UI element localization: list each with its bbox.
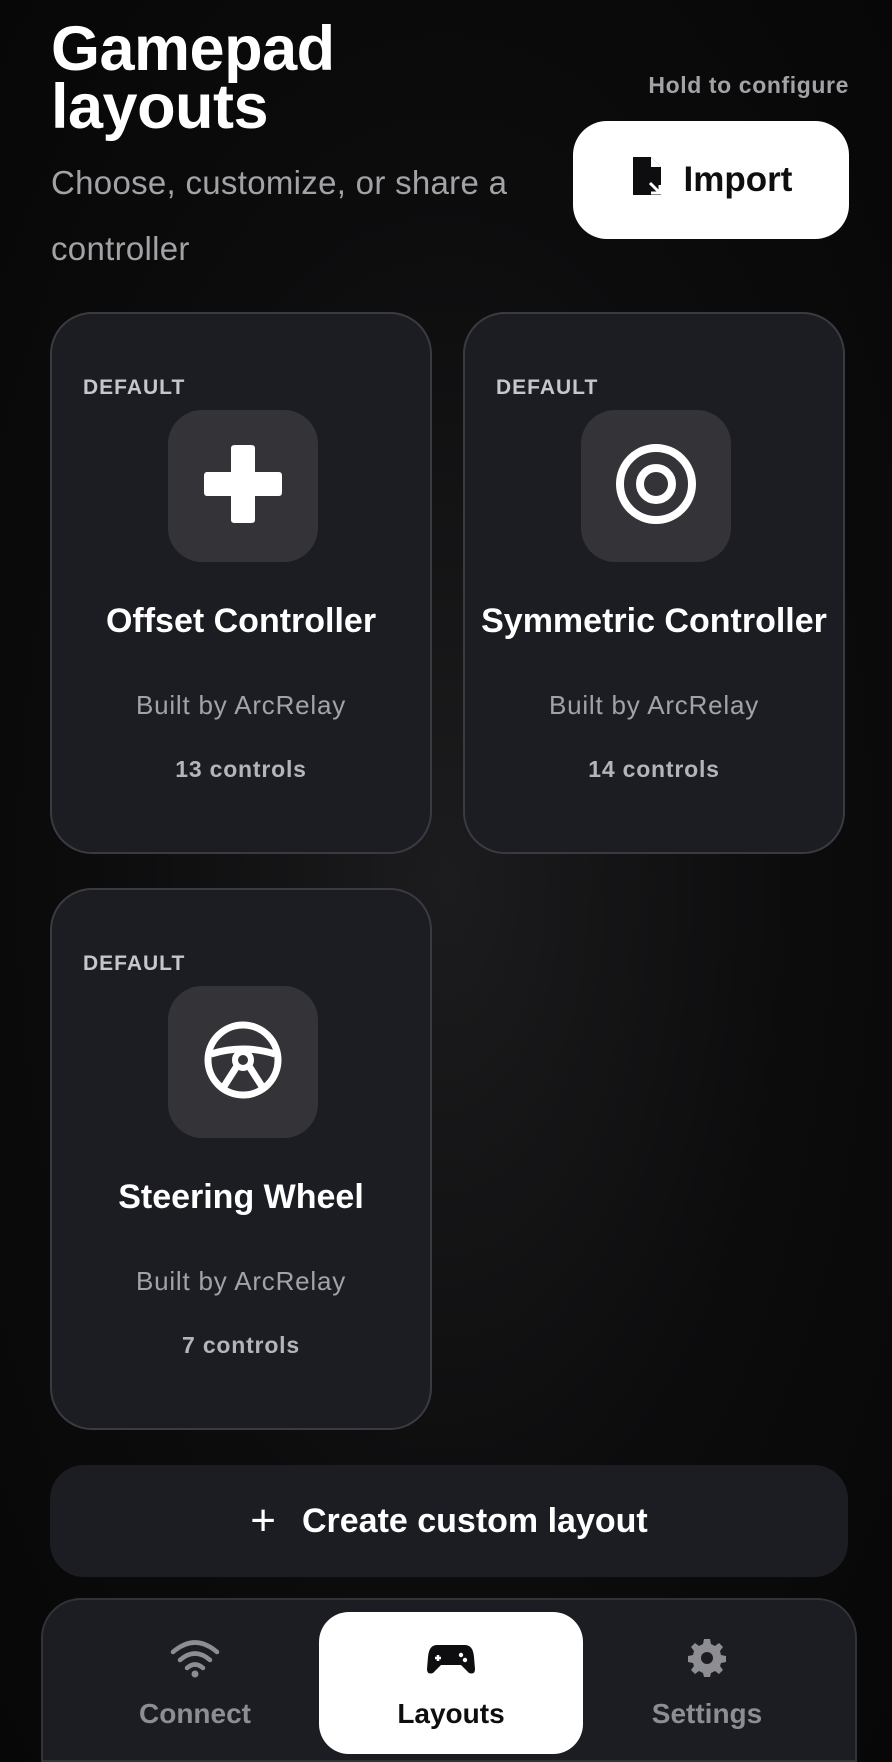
nav-label: Connect xyxy=(139,1697,251,1729)
nav-label: Settings xyxy=(651,1697,763,1729)
plus-icon: + xyxy=(250,1496,276,1545)
layout-card-steering-wheel[interactable]: DEFAULT Steering Wheel Built by ArcRelay… xyxy=(50,888,432,1430)
layout-icon-tile xyxy=(581,410,731,562)
default-badge: DEFAULT xyxy=(83,952,186,975)
gear-icon xyxy=(681,1637,733,1686)
layout-author: Built by ArcRelay xyxy=(548,690,760,720)
default-badge: DEFAULT xyxy=(496,376,599,399)
dpad-icon xyxy=(201,442,285,531)
page-title: Gamepad layouts xyxy=(51,14,335,142)
layout-control-count: 14 controls xyxy=(588,756,720,782)
layout-icon-tile xyxy=(168,986,318,1138)
default-badge: DEFAULT xyxy=(83,376,186,399)
layout-name: Offset Controller xyxy=(105,602,377,640)
wifi-icon xyxy=(169,1637,221,1686)
nav-item-connect[interactable]: Connect xyxy=(63,1612,327,1754)
layout-control-count: 13 controls xyxy=(175,756,307,782)
layout-icon-tile xyxy=(168,410,318,562)
steering-wheel-icon xyxy=(201,1018,285,1107)
target-icon xyxy=(614,442,698,531)
page-subtitle: Choose, customize, or share a controller xyxy=(51,164,508,267)
layout-name: Symmetric Controller xyxy=(481,602,827,640)
import-label: Import xyxy=(683,160,793,199)
layout-control-count: 7 controls xyxy=(182,1332,300,1358)
file-import-icon xyxy=(630,155,664,206)
create-custom-layout-label: Create custom layout xyxy=(301,1501,648,1540)
create-custom-layout-button[interactable]: + Create custom layout xyxy=(50,1465,848,1577)
import-button[interactable]: Import xyxy=(573,121,849,239)
hold-to-configure-hint: Hold to configure xyxy=(648,72,849,98)
nav-item-settings[interactable]: Settings xyxy=(575,1612,839,1754)
gamepad-icon xyxy=(425,1637,477,1686)
nav-item-layouts[interactable]: Layouts xyxy=(319,1612,583,1754)
layout-name: Steering Wheel xyxy=(118,1178,364,1216)
layout-author: Built by ArcRelay xyxy=(135,1266,347,1296)
nav-label: Layouts xyxy=(397,1697,505,1729)
layout-card-offset-controller[interactable]: DEFAULT Offset Controller Built by ArcRe… xyxy=(50,312,432,854)
layout-author: Built by ArcRelay xyxy=(135,690,347,720)
layout-card-symmetric-controller[interactable]: DEFAULT Symmetric Controller Built by Ar… xyxy=(463,312,845,854)
bottom-nav: Connect Layouts Settings xyxy=(41,1598,857,1762)
